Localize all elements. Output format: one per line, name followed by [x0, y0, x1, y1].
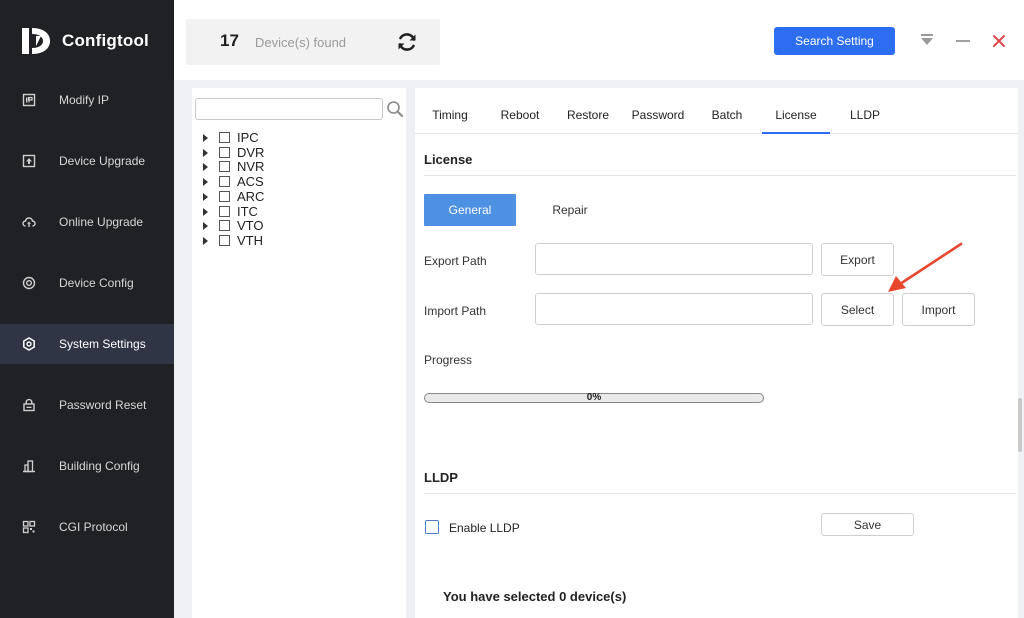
license-section-title: License — [424, 152, 473, 167]
sidebar-item-label: Building Config — [59, 459, 140, 473]
device-found-label: Device(s) found — [255, 35, 347, 50]
selected-devices-text: You have selected 0 device(s) — [443, 589, 627, 604]
progress-percent: 0% — [586, 392, 602, 403]
device-count: 17 — [220, 31, 239, 50]
tree-item-label: VTO — [237, 218, 264, 233]
tree-checkbox[interactable] — [219, 191, 230, 202]
divider — [424, 175, 1016, 176]
tab-lldp[interactable]: LLDP — [840, 98, 890, 132]
export-path-label: Export Path — [424, 254, 487, 268]
tree-item-ipc[interactable]: IPC — [201, 130, 259, 145]
tab-restore[interactable]: Restore — [560, 98, 616, 132]
tree-checkbox[interactable] — [219, 147, 230, 158]
tab-password[interactable]: Password — [626, 98, 690, 132]
settings-icon — [22, 337, 36, 351]
upgrade-icon — [22, 154, 36, 168]
expand-arrow-icon[interactable] — [203, 177, 208, 186]
expand-arrow-icon[interactable] — [203, 133, 208, 142]
tree-item-label: DVR — [237, 145, 265, 160]
tree-item-label: NVR — [237, 159, 265, 174]
repair-subtab-button[interactable]: Repair — [525, 194, 615, 226]
tree-item-vth[interactable]: VTH — [201, 233, 263, 248]
cloud-upload-icon — [22, 215, 36, 229]
grid-icon — [22, 520, 36, 534]
tab-timing[interactable]: Timing — [424, 98, 476, 132]
tree-item-arc[interactable]: ARC — [201, 189, 264, 204]
sidebar-item-system-settings[interactable]: System Settings — [0, 324, 176, 364]
refresh-icon[interactable] — [395, 30, 419, 54]
progress-label: Progress — [424, 353, 473, 367]
expand-arrow-icon[interactable] — [203, 148, 208, 157]
sidebar-item-label: Password Reset — [59, 398, 147, 412]
tree-checkbox[interactable] — [219, 176, 230, 187]
expand-arrow-icon[interactable] — [203, 192, 208, 201]
ip-icon — [22, 93, 36, 107]
tree-item-acs[interactable]: ACS — [201, 174, 264, 189]
divider — [424, 493, 1016, 494]
tree-item-itc[interactable]: ITC — [201, 204, 258, 219]
sidebar-item-label: Modify IP — [59, 93, 110, 107]
tree-item-label: IPC — [237, 130, 259, 145]
minimize-icon[interactable] — [956, 40, 970, 42]
expand-arrow-icon[interactable] — [203, 221, 208, 230]
tree-item-vto[interactable]: VTO — [201, 218, 264, 233]
enable-lldp-label: Enable LLDP — [449, 521, 520, 535]
search-setting-button[interactable]: Search Setting — [774, 27, 895, 55]
lldp-section-title: LLDP — [424, 470, 458, 485]
tree-checkbox[interactable] — [219, 132, 230, 143]
tree-item-label: ACS — [237, 174, 264, 189]
sidebar-item-label: Device Upgrade — [59, 154, 146, 168]
tree-item-label: VTH — [237, 233, 263, 248]
sidebar-item-label: Device Config — [59, 276, 134, 290]
enable-lldp-checkbox[interactable] — [425, 520, 439, 534]
tree-item-label: ARC — [237, 189, 265, 204]
tree-checkbox[interactable] — [219, 235, 230, 246]
building-icon — [22, 459, 36, 473]
sidebar-item-cgi-protocol[interactable]: CGI Protocol — [0, 507, 174, 547]
app-title: Configtool — [62, 31, 149, 50]
annotation-arrow-icon — [888, 242, 963, 292]
tree-item-label: ITC — [237, 204, 258, 219]
device-config-icon — [22, 276, 36, 290]
sidebar-item-password-reset[interactable]: Password Reset — [0, 385, 174, 425]
device-search-input[interactable] — [195, 98, 383, 120]
sidebar-item-modify-ip[interactable]: Modify IP — [0, 80, 174, 120]
search-icon[interactable] — [386, 100, 404, 118]
sidebar-item-device-upgrade[interactable]: Device Upgrade — [0, 141, 174, 181]
expand-arrow-icon[interactable] — [203, 236, 208, 245]
dropdown-menu-icon[interactable] — [920, 33, 934, 47]
general-subtab-button[interactable]: General — [424, 194, 516, 226]
settings-panel — [415, 88, 1018, 570]
sidebar-item-online-upgrade[interactable]: Online Upgrade — [0, 202, 174, 242]
expand-arrow-icon[interactable] — [203, 207, 208, 216]
import-path-input[interactable] — [535, 293, 813, 325]
tree-checkbox[interactable] — [219, 220, 230, 231]
tree-checkbox[interactable] — [219, 206, 230, 217]
tree-item-dvr[interactable]: DVR — [201, 145, 264, 160]
tree-item-nvr[interactable]: NVR — [201, 159, 264, 174]
app-logo: Configtool — [20, 26, 160, 56]
import-path-label: Import Path — [424, 304, 487, 318]
sidebar-item-label: Online Upgrade — [59, 215, 144, 229]
tree-checkbox[interactable] — [219, 161, 230, 172]
lldp-save-button[interactable]: Save — [821, 513, 914, 536]
sidebar: Configtool Modify IP Device Upgrade Onli… — [0, 0, 176, 618]
sidebar-item-device-config[interactable]: Device Config — [0, 263, 174, 303]
sidebar-item-label: System Settings — [59, 337, 146, 351]
lock-icon — [22, 398, 36, 412]
export-path-input[interactable] — [535, 243, 813, 275]
expand-arrow-icon[interactable] — [203, 162, 208, 171]
close-icon[interactable] — [992, 34, 1006, 48]
tab-reboot[interactable]: Reboot — [492, 98, 548, 132]
tab-batch[interactable]: Batch — [702, 98, 752, 132]
tab-license[interactable]: License — [762, 98, 830, 134]
sidebar-item-building-config[interactable]: Building Config — [0, 446, 174, 486]
scrollbar-thumb[interactable] — [1018, 398, 1022, 452]
configtool-logo-icon — [22, 28, 50, 54]
sidebar-item-label: CGI Protocol — [59, 520, 128, 534]
